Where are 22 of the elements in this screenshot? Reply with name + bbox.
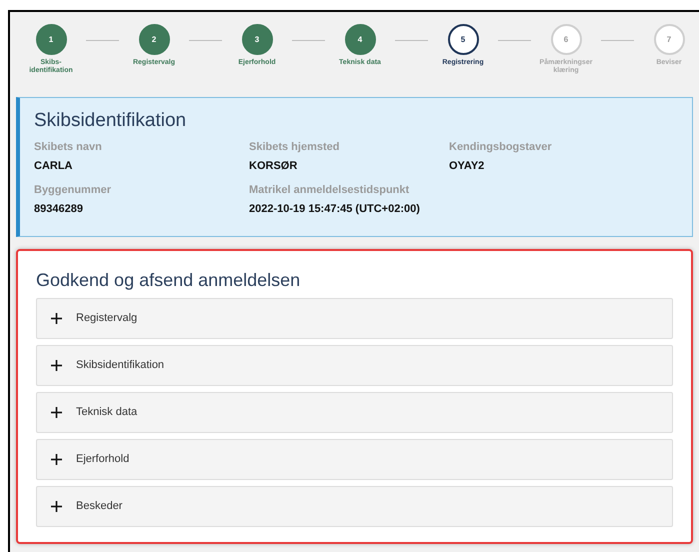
plus-icon	[51, 360, 62, 371]
field-label: Skibets navn	[34, 140, 103, 155]
accordion-item[interactable]: Registervalg	[36, 298, 673, 339]
field-value: OYAY2	[449, 159, 486, 174]
panel-title: Godkend og afsend anmeldelsen	[36, 269, 302, 292]
field-value: 2022-10-19 15:47:45 (UTC+02:00)	[249, 202, 421, 217]
plus-icon	[51, 313, 62, 324]
accordion-item[interactable]: Skibsidentifikation	[36, 345, 673, 386]
plus-icon	[51, 454, 62, 465]
card-title: Skibsidentifikation	[34, 109, 188, 133]
field-label: Byggenummer	[34, 183, 112, 198]
field-label: Matrikel anmeldelsestidspunkt	[249, 183, 410, 198]
plus-icon	[51, 407, 62, 418]
accordion-item[interactable]: Ejerforhold	[36, 439, 673, 480]
plus-icon	[51, 501, 62, 512]
field-value: 89346289	[34, 202, 84, 217]
field-label: Kendingsbogstaver	[449, 140, 553, 155]
field-value: KORSØR	[249, 159, 298, 174]
field-label: Skibets hjemsted	[249, 140, 340, 155]
accordion-item[interactable]: Teknisk data	[36, 392, 673, 433]
accordion-item[interactable]: Beskeder	[36, 486, 673, 527]
field-value: CARLA	[34, 159, 74, 174]
